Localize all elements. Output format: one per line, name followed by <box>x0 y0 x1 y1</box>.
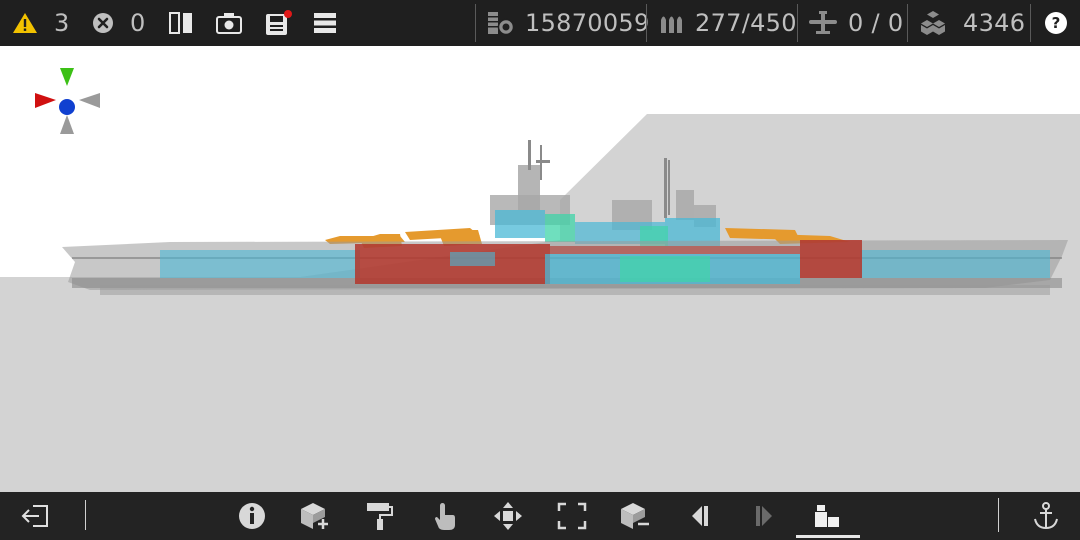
blocks-icon <box>921 11 945 35</box>
anchor-button[interactable] <box>1030 500 1062 532</box>
resize-icon <box>557 502 587 530</box>
active-tab-indicator <box>796 535 860 538</box>
ammo-indicator: 277/450 <box>659 0 797 46</box>
errors-count: 0 <box>130 9 146 37</box>
warnings-count: 3 <box>54 9 70 37</box>
warnings-indicator[interactable]: 3 <box>12 0 70 46</box>
screenshot-button[interactable] <box>216 0 242 46</box>
ship-scene <box>0 46 1080 492</box>
remove-block-icon <box>621 503 649 529</box>
previous-button[interactable] <box>684 500 716 532</box>
gizmo-center[interactable] <box>59 99 75 115</box>
menu-button[interactable] <box>313 0 337 46</box>
info-icon <box>239 503 265 529</box>
help-button[interactable]: ? <box>1044 0 1068 46</box>
top-toolbar: 3 0 15870059 277/450 0 / 0 4346 ? <box>0 0 1080 46</box>
touch-select-button[interactable] <box>429 500 461 532</box>
cost-value: 15870059 <box>525 9 650 37</box>
paint-roller-icon <box>367 503 393 530</box>
exit-button[interactable] <box>20 500 52 532</box>
next-icon <box>756 506 772 526</box>
error-x-icon <box>93 13 113 33</box>
structure-view-button[interactable] <box>811 500 843 532</box>
previous-icon <box>692 506 708 526</box>
aircraft-indicator: 0 / 0 <box>808 0 903 46</box>
ammo-icon <box>661 16 682 33</box>
remove-block-button[interactable] <box>619 500 651 532</box>
bottom-toolbar <box>0 492 1080 540</box>
exit-icon <box>21 505 48 527</box>
airplane-icon <box>809 11 837 34</box>
separator <box>1030 4 1031 42</box>
structure-view-icon <box>815 505 839 527</box>
camera-icon <box>216 13 242 34</box>
move-button[interactable] <box>492 500 524 532</box>
move-arrows-icon <box>494 502 522 530</box>
mirror-button[interactable] <box>168 0 194 46</box>
paint-button[interactable] <box>364 500 396 532</box>
menu-icon <box>314 13 336 33</box>
separator <box>475 4 476 42</box>
divider <box>85 500 86 530</box>
separator <box>907 4 908 42</box>
errors-indicator[interactable]: 0 <box>92 0 146 46</box>
cost-indicator: 15870059 <box>487 0 650 46</box>
info-button[interactable] <box>236 500 268 532</box>
aircraft-value: 0 / 0 <box>848 9 904 37</box>
svg-text:?: ? <box>1052 14 1061 32</box>
save-button[interactable] <box>265 0 293 46</box>
save-icon <box>266 10 292 35</box>
warning-triangle-icon <box>13 13 37 33</box>
next-button[interactable] <box>748 500 780 532</box>
coins-icon <box>488 12 515 36</box>
separator <box>797 4 798 42</box>
help-icon: ? <box>1045 12 1067 34</box>
3d-viewport[interactable] <box>0 46 1080 492</box>
ammo-value: 277/450 <box>695 9 797 37</box>
resize-button[interactable] <box>556 500 588 532</box>
parts-indicator: 4346 <box>919 0 1025 46</box>
mirror-icon <box>169 12 192 34</box>
divider <box>998 498 999 532</box>
separator <box>646 4 647 42</box>
touch-hand-icon <box>435 503 455 530</box>
anchor-icon <box>1034 502 1058 530</box>
add-block-button[interactable] <box>299 500 331 532</box>
parts-value: 4346 <box>963 9 1026 37</box>
add-block-icon <box>301 503 328 529</box>
